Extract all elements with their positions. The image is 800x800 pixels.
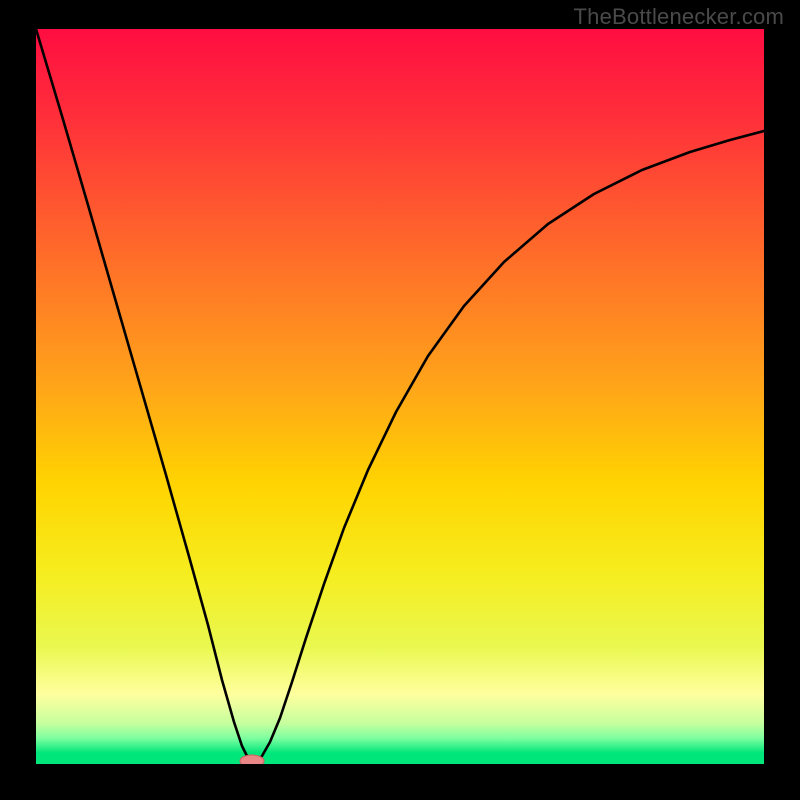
watermark-text: TheBottlenecker.com — [574, 4, 784, 30]
optimal-point-marker — [240, 755, 264, 767]
plot-background — [36, 29, 764, 764]
bottleneck-chart — [0, 0, 800, 800]
chart-container: TheBottlenecker.com — [0, 0, 800, 800]
